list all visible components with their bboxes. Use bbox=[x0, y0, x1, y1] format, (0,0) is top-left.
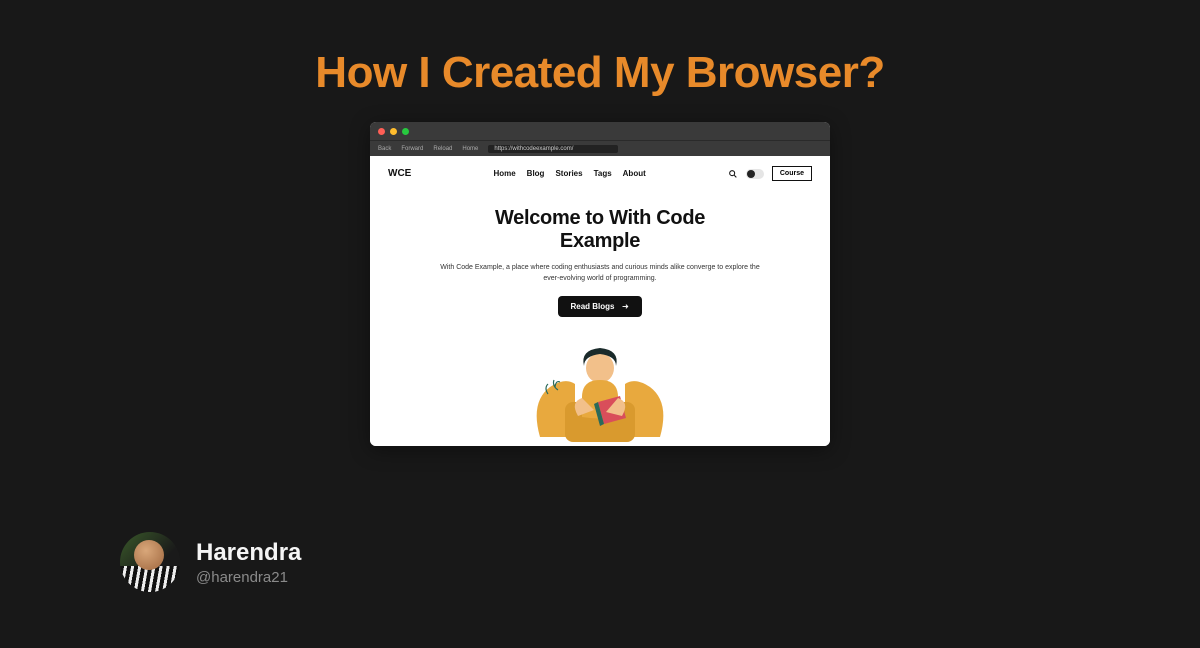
home-button[interactable]: Home bbox=[462, 146, 478, 152]
hero-title-line2: Example bbox=[410, 230, 790, 253]
nav-about[interactable]: About bbox=[623, 169, 646, 178]
minimize-icon[interactable] bbox=[390, 128, 397, 135]
page-title: How I Created My Browser? bbox=[0, 48, 1200, 98]
author-handle: @harendra21 bbox=[196, 569, 301, 586]
cta-label: Read Blogs bbox=[570, 302, 614, 311]
window-titlebar bbox=[370, 122, 830, 140]
webpage-content: WCE Home Blog Stories Tags About Course … bbox=[370, 156, 830, 446]
course-button[interactable]: Course bbox=[772, 166, 812, 181]
theme-toggle[interactable] bbox=[746, 169, 764, 179]
nav-stories[interactable]: Stories bbox=[555, 169, 582, 178]
url-input[interactable]: https://withcodeexample.com/ bbox=[488, 145, 618, 153]
search-icon[interactable] bbox=[728, 169, 738, 179]
avatar[interactable] bbox=[120, 532, 180, 592]
hero-section: Welcome to With Code Example With Code E… bbox=[370, 191, 830, 317]
back-button[interactable]: Back bbox=[378, 146, 391, 152]
hero-subtitle: With Code Example, a place where coding … bbox=[410, 263, 790, 284]
browser-toolbar: Back Forward Reload Home https://withcod… bbox=[370, 140, 830, 156]
site-header: WCE Home Blog Stories Tags About Course bbox=[370, 156, 830, 191]
browser-window: Back Forward Reload Home https://withcod… bbox=[370, 122, 830, 446]
site-actions: Course bbox=[728, 166, 812, 181]
nav-tags[interactable]: Tags bbox=[594, 169, 612, 178]
site-nav: Home Blog Stories Tags About bbox=[493, 169, 645, 178]
nav-home[interactable]: Home bbox=[493, 169, 515, 178]
hero-title: Welcome to With Code Example bbox=[410, 207, 790, 253]
arrow-right-icon bbox=[621, 302, 630, 311]
author-name: Harendra bbox=[196, 539, 301, 567]
forward-button[interactable]: Forward bbox=[401, 146, 423, 152]
author-block: Harendra @harendra21 bbox=[120, 532, 301, 592]
reload-button[interactable]: Reload bbox=[433, 146, 452, 152]
author-text: Harendra @harendra21 bbox=[196, 539, 301, 586]
nav-blog[interactable]: Blog bbox=[527, 169, 545, 178]
read-blogs-button[interactable]: Read Blogs bbox=[558, 296, 641, 317]
hero-illustration bbox=[520, 342, 680, 446]
hero-title-line1: Welcome to With Code bbox=[410, 207, 790, 230]
maximize-icon[interactable] bbox=[402, 128, 409, 135]
close-icon[interactable] bbox=[378, 128, 385, 135]
site-logo[interactable]: WCE bbox=[388, 168, 411, 179]
